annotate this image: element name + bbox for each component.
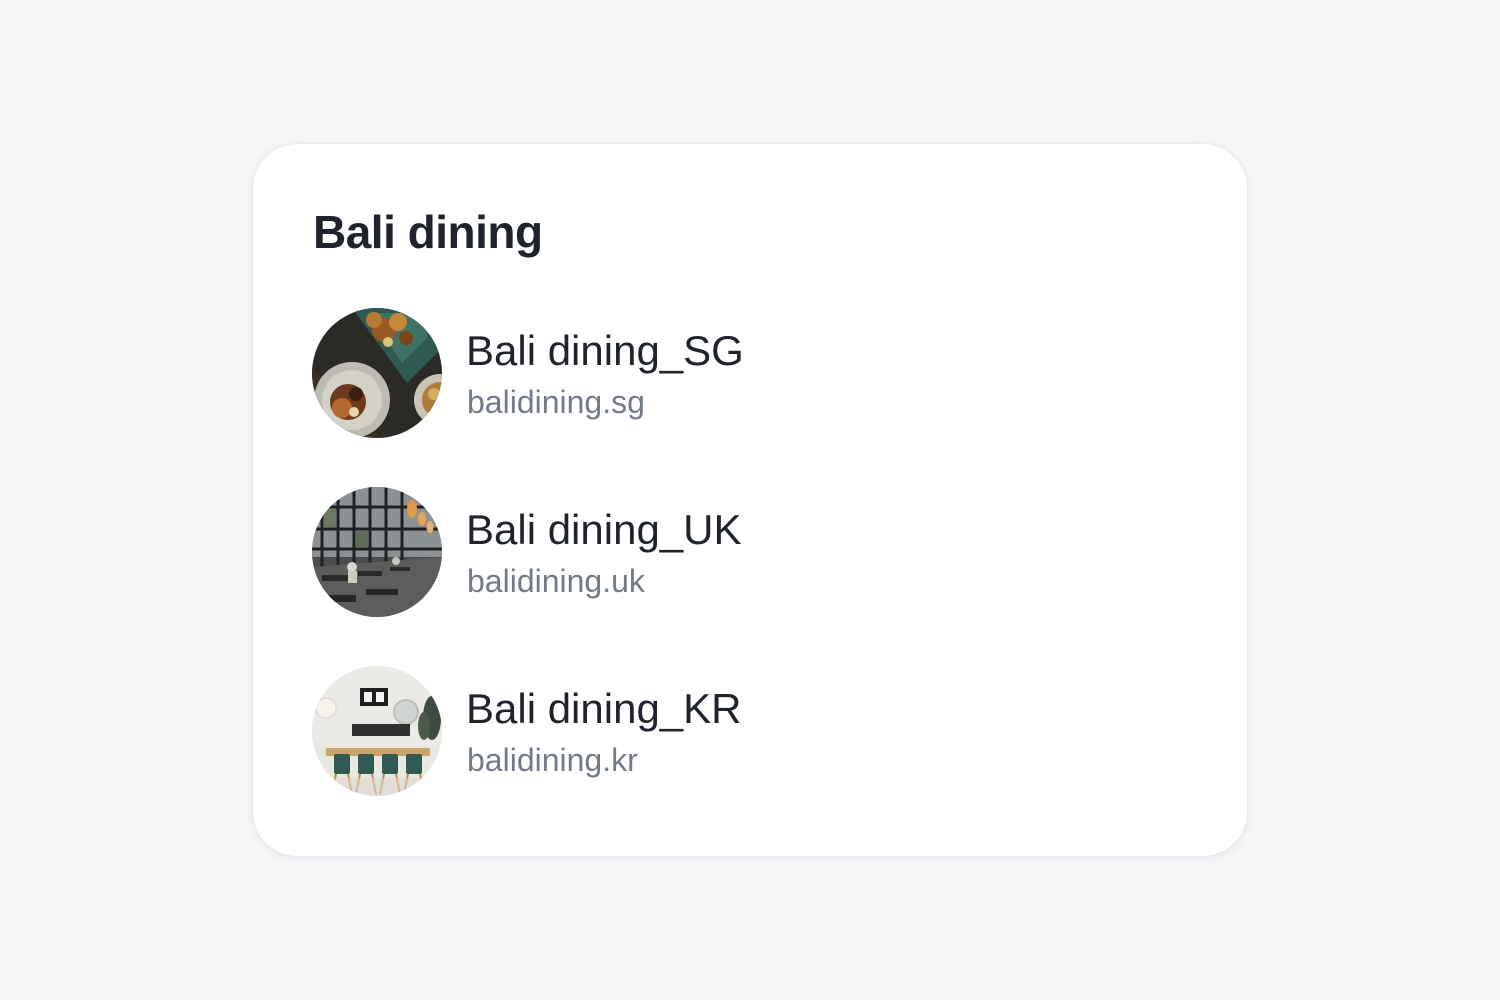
dining-room-photo-icon <box>312 666 442 796</box>
restaurant-list: Bali dining_SG balidining.sg Bali dining… <box>312 308 1192 796</box>
list-item-sg[interactable]: Bali dining_SG balidining.sg <box>312 308 1192 438</box>
restaurant-url[interactable]: balidining.kr <box>467 740 638 780</box>
restaurant-interior-photo-icon <box>312 487 442 617</box>
restaurant-name: Bali dining_KR <box>466 685 742 732</box>
restaurant-name: Bali dining_UK <box>466 506 742 553</box>
card-title: Bali dining <box>313 206 543 258</box>
food-plates-photo-icon <box>312 308 442 438</box>
restaurant-name: Bali dining_SG <box>466 327 744 374</box>
restaurant-url[interactable]: balidining.uk <box>467 561 645 601</box>
list-item-kr[interactable]: Bali dining_KR balidining.kr <box>312 666 1192 796</box>
restaurant-url[interactable]: balidining.sg <box>467 382 645 422</box>
bali-dining-card: Bali dining Bali dining_SG balidining.sg… <box>253 144 1247 856</box>
list-item-uk[interactable]: Bali dining_UK balidining.uk <box>312 487 1192 617</box>
